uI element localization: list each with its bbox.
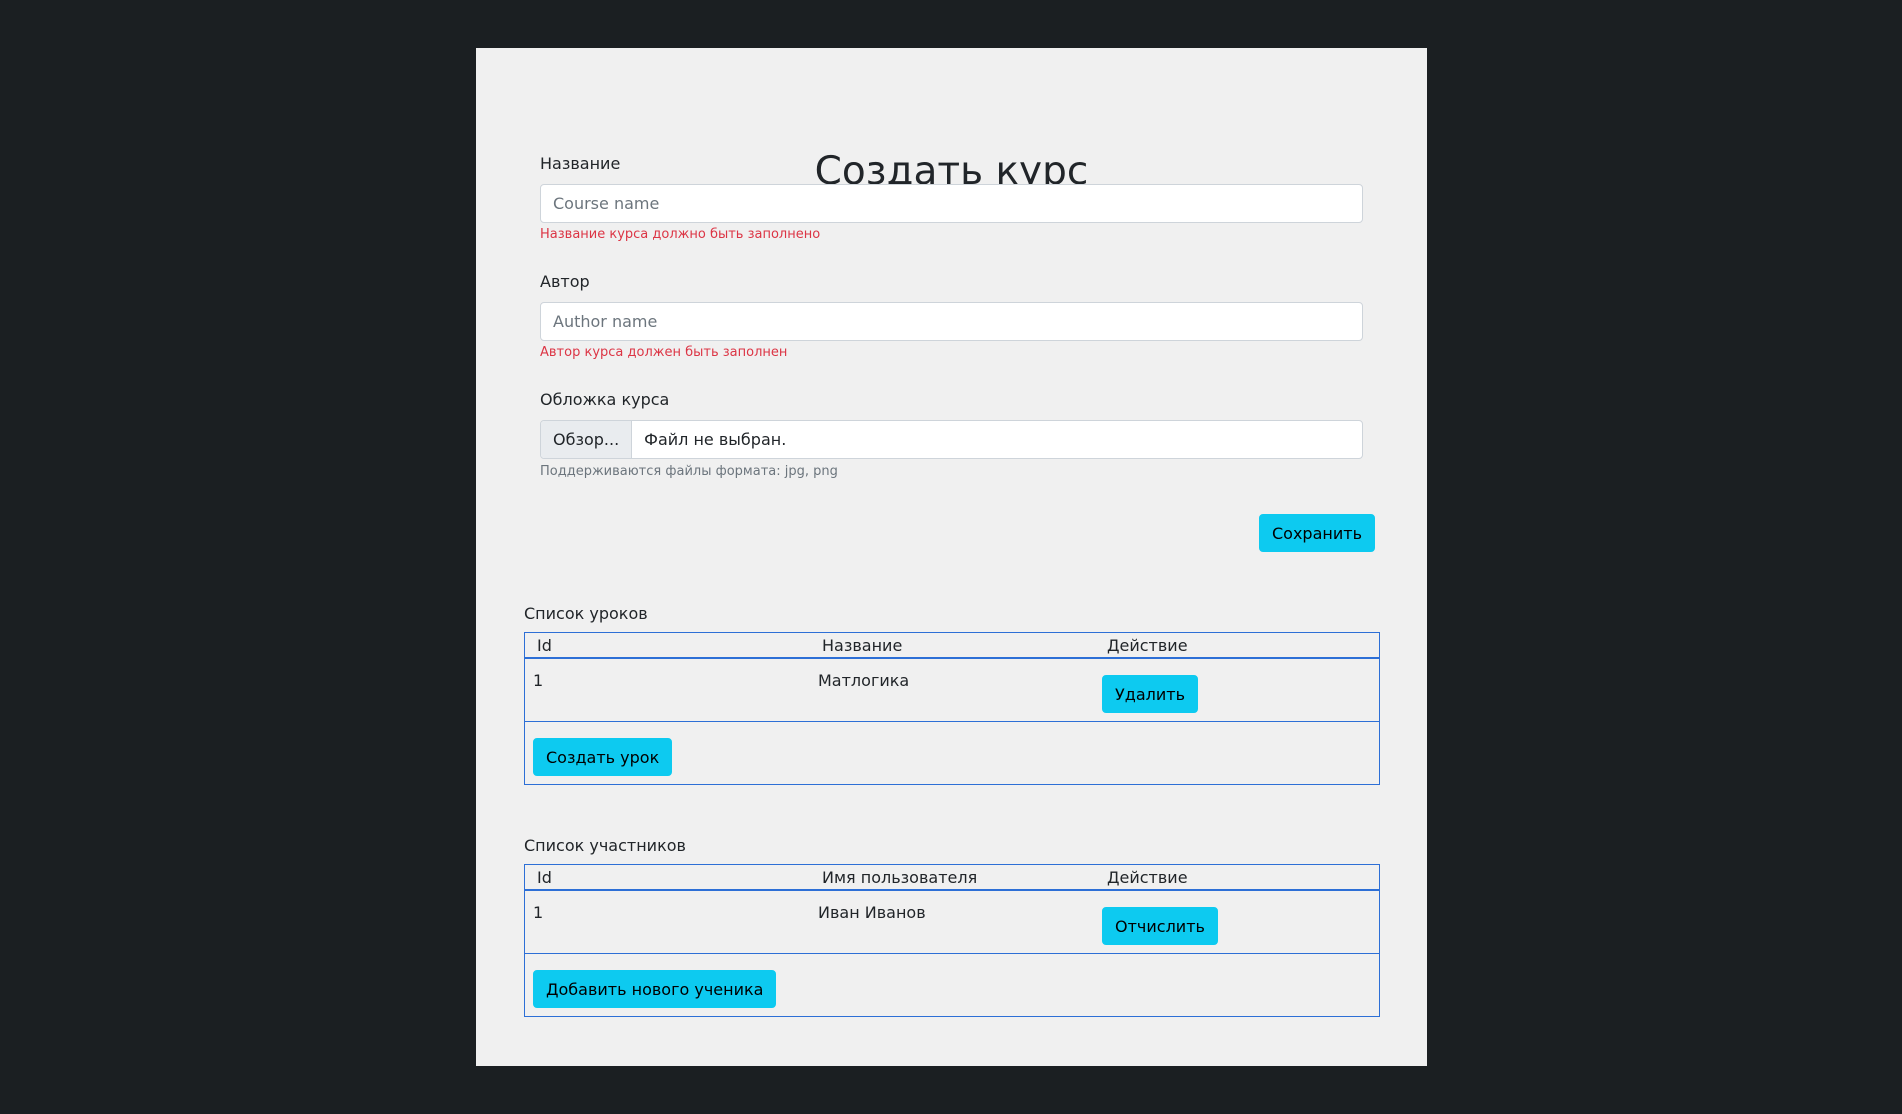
lesson-id: 1 [533,671,544,690]
lesson-name: Матлогика [818,671,910,690]
author-error: Автор курса должен быть заполнен [540,345,788,360]
save-button[interactable]: Сохранить [1259,514,1375,552]
lessons-table: Id Название Действие 1 Матлогика Удалить… [524,632,1380,785]
lessons-row-divider [525,721,1379,722]
author-input[interactable] [540,302,1363,341]
participants-table: Id Имя пользователя Действие 1 Иван Иван… [524,864,1380,1017]
create-lesson-button[interactable]: Создать урок [533,738,673,776]
expel-participant-button[interactable]: Отчислить [1102,907,1218,945]
participants-row-divider [525,953,1379,954]
add-student-button[interactable]: Добавить нового ученика [533,970,777,1008]
cover-label: Обложка курса [540,390,670,409]
cover-format-hint: Поддерживаются файлы формата: jpg, png [540,464,838,479]
participants-col-username: Имя пользователя [822,868,978,887]
cover-file-input[interactable]: Обзор... Файл не выбран. [540,420,1363,459]
participant-id: 1 [533,903,544,922]
course-name-label: Название [540,154,621,173]
create-course-card: Создать курс Название Название курса дол… [476,48,1427,1066]
participants-col-action: Действие [1107,868,1188,887]
participants-col-id: Id [537,868,552,887]
participant-name: Иван Иванов [818,903,926,922]
lessons-col-id: Id [537,636,552,655]
file-status-text: Файл не выбран. [644,430,787,449]
lessons-section-title: Список уроков [524,604,648,623]
participants-header-divider [525,889,1379,891]
course-name-input[interactable] [540,184,1363,223]
author-label: Автор [540,272,590,291]
course-name-error: Название курса должно быть заполнено [540,227,821,242]
browse-button[interactable]: Обзор... [541,421,633,458]
lessons-col-name: Название [822,636,903,655]
lessons-col-action: Действие [1107,636,1188,655]
lessons-header-divider [525,657,1379,659]
participants-section-title: Список участников [524,836,686,855]
delete-lesson-button[interactable]: Удалить [1102,675,1198,713]
